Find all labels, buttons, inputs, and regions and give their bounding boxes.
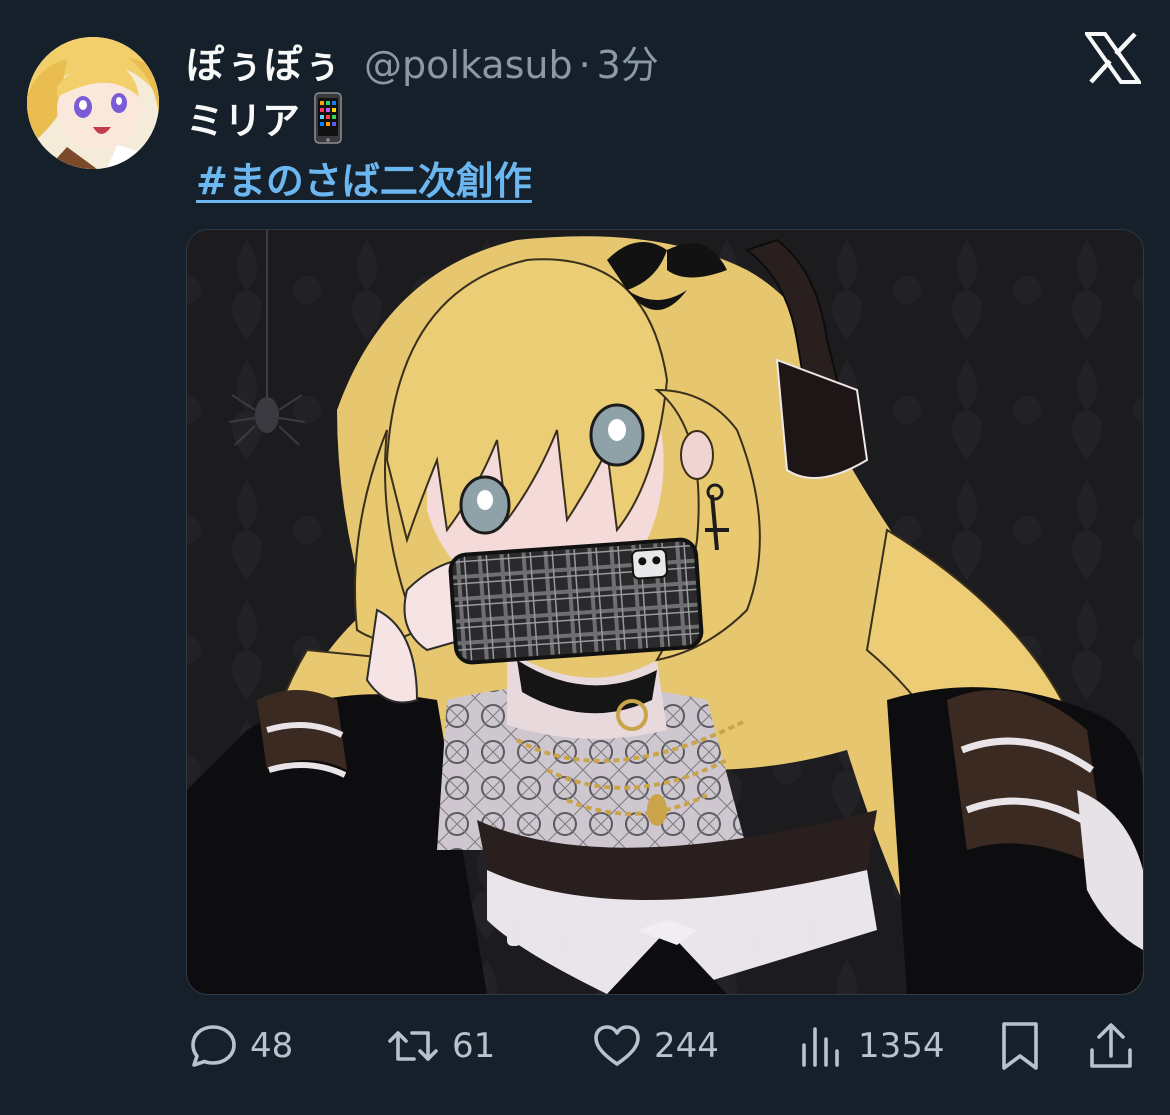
like-button[interactable]: 244 xyxy=(592,1018,719,1074)
artwork-illustration xyxy=(187,230,1143,994)
share-icon xyxy=(1090,1023,1132,1068)
user-handle[interactable]: @polkasub xyxy=(364,43,573,87)
tweet-card: ぽぅぽぅ @polkasub · 3分 ミリア #まのさば二次創作 48 61 … xyxy=(0,0,1170,1115)
tweet-body: ミリア xyxy=(186,99,301,143)
like-count: 244 xyxy=(654,1026,719,1066)
display-name[interactable]: ぽぅぽぅ xyxy=(186,34,342,89)
separator-dot: · xyxy=(578,43,591,87)
bookmark-icon xyxy=(1002,1022,1038,1070)
mobile-phone-emoji-icon xyxy=(314,91,342,144)
retweet-button[interactable]: 61 xyxy=(386,1018,495,1074)
reply-count: 48 xyxy=(250,1026,294,1066)
tweet-text: ミリア xyxy=(186,90,342,145)
x-logo-icon[interactable] xyxy=(1083,32,1143,84)
timestamp[interactable]: 3分 xyxy=(597,34,659,89)
reply-icon xyxy=(191,1025,236,1067)
avatar[interactable] xyxy=(27,37,159,169)
hashtag-link[interactable]: #まのさば二次創作 xyxy=(196,150,532,205)
views-button[interactable]: 1354 xyxy=(796,1018,945,1074)
views-icon xyxy=(802,1027,839,1067)
avatar-image xyxy=(27,37,159,169)
tweet-media-image[interactable] xyxy=(186,229,1144,995)
retweet-icon xyxy=(388,1031,438,1061)
reply-button[interactable]: 48 xyxy=(188,1018,293,1074)
views-count: 1354 xyxy=(858,1026,945,1066)
tweet-header: ぽぅぽぅ @polkasub · 3分 xyxy=(186,34,659,87)
retweet-count: 61 xyxy=(452,1026,496,1066)
heart-icon xyxy=(594,1025,640,1066)
bookmark-button[interactable] xyxy=(998,1018,1042,1074)
tweet-action-bar: 48 61 244 1354 xyxy=(186,1018,1142,1074)
share-button[interactable] xyxy=(1086,1018,1136,1074)
